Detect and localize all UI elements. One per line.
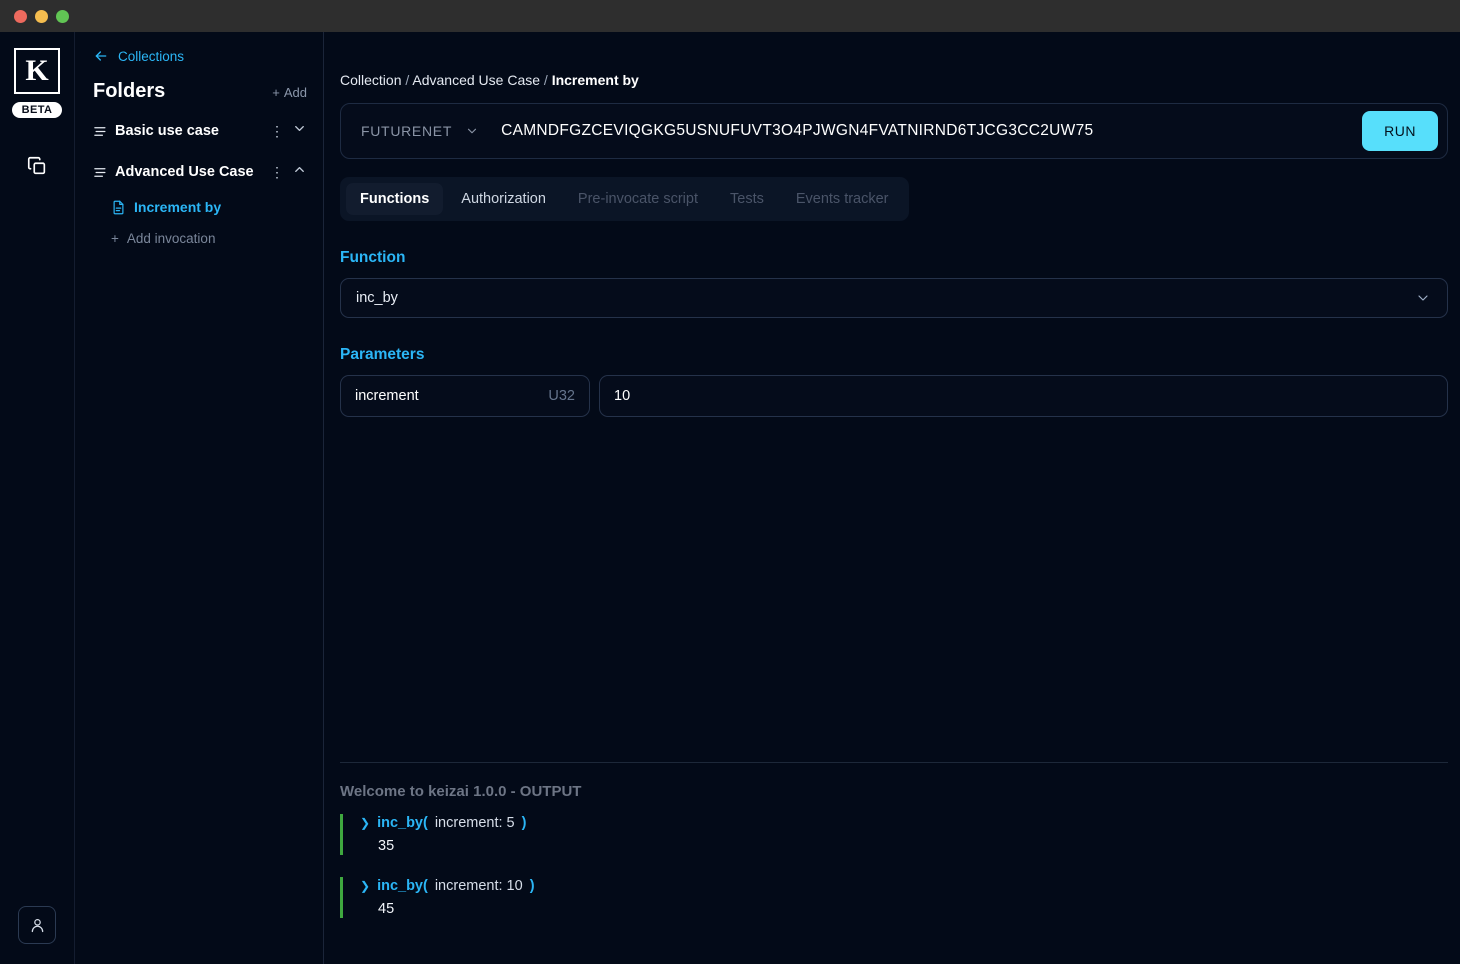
folder-menu-icon[interactable]: ⋮ [270, 165, 284, 179]
chevron-right-icon[interactable]: ❯ [360, 816, 370, 830]
folder-menu-icon[interactable]: ⋮ [270, 124, 284, 138]
breadcrumb-root[interactable]: Collection [340, 72, 401, 88]
window-body: K BETA Collections Folders + Add Basic u… [0, 32, 1460, 964]
sidebar-invocation-increment-by[interactable]: Increment by [89, 199, 309, 215]
plus-icon: + [111, 231, 119, 246]
folders-title: Folders [93, 80, 166, 102]
output-entry[interactable]: ❯ inc_by( increment: 5 ) 35 [340, 814, 1448, 855]
output-divider [340, 762, 1448, 763]
output-title: Welcome to keizai 1.0.0 - OUTPUT [340, 783, 582, 800]
chevron-down-icon [1415, 290, 1431, 306]
tab-events-tracker[interactable]: Events tracker [782, 183, 903, 215]
add-invocation-label: Add invocation [126, 231, 216, 246]
invocation-tabs: Functions Authorization Pre-invocate scr… [340, 177, 909, 221]
function-select[interactable]: inc_by [340, 278, 1448, 318]
folders-header: Folders + Add [89, 80, 309, 103]
document-icon [111, 200, 126, 215]
folders-sidebar: Collections Folders + Add Basic use case [75, 32, 324, 964]
sidebar-folder-advanced-use-case[interactable]: Advanced Use Case ⋮ [89, 159, 309, 185]
output-call-line: ❯ inc_by( increment: 10 ) [360, 878, 1448, 894]
add-folder-label: Add [283, 85, 307, 100]
network-label: FUTURENET [361, 123, 453, 139]
chevron-down-icon[interactable] [292, 121, 307, 141]
copy-stack-icon[interactable] [19, 148, 55, 184]
output-close-paren: ) [529, 878, 535, 894]
icon-rail: K BETA [0, 32, 75, 964]
folder-lines-icon [93, 124, 111, 139]
user-account-button[interactable] [18, 906, 56, 944]
maximize-window-button[interactable] [56, 9, 69, 23]
chevron-up-icon[interactable] [292, 162, 307, 182]
main-panel: Collection / Advanced Use Case / Increme… [324, 32, 1460, 964]
folder-lines-icon [93, 165, 111, 180]
add-folder-button[interactable]: + Add [272, 85, 307, 100]
function-section-label: Function [340, 249, 406, 266]
breadcrumb-separator: / [405, 72, 410, 88]
parameter-row: increment U32 10 [340, 375, 1448, 417]
tab-tests[interactable]: Tests [716, 183, 778, 215]
chevron-right-icon[interactable]: ❯ [360, 879, 370, 893]
app-logo-letter: K [25, 54, 49, 87]
app-window: K BETA Collections Folders + Add Basic u… [0, 0, 1460, 964]
breadcrumb-folder[interactable]: Advanced Use Case [412, 72, 540, 88]
app-logo: K [14, 48, 60, 94]
run-button[interactable]: RUN [1362, 111, 1438, 151]
output-list: ❯ inc_by( increment: 5 ) 35 ❯ inc_by( in… [340, 814, 1448, 964]
output-arguments: increment: 10 [434, 878, 523, 894]
contract-address-bar: FUTURENET CAMNDFGZCEVIQGKG5USNUFUVT3O4PJ… [340, 103, 1448, 159]
parameter-name-value: increment [355, 388, 419, 404]
parameters-section-label: Parameters [340, 346, 425, 363]
parameter-name-input[interactable]: increment U32 [340, 375, 590, 417]
parameter-type-badge: U32 [548, 388, 575, 404]
arrow-left-icon [93, 48, 109, 64]
invocation-label: Increment by [134, 199, 222, 215]
output-result: 35 [378, 838, 395, 854]
breadcrumb: Collection / Advanced Use Case / Increme… [340, 72, 1448, 88]
output-entry[interactable]: ❯ inc_by( increment: 10 ) 45 [340, 877, 1448, 918]
plus-icon: + [272, 85, 280, 100]
tab-pre-invocate-script[interactable]: Pre-invocate script [564, 183, 712, 215]
output-call-line: ❯ inc_by( increment: 5 ) [360, 815, 1448, 831]
tab-authorization[interactable]: Authorization [447, 183, 560, 215]
back-to-collections-link[interactable]: Collections [89, 48, 309, 64]
sidebar-folder-basic-use-case[interactable]: Basic use case ⋮ [89, 118, 309, 144]
beta-badge: BETA [11, 102, 63, 118]
output-close-paren: ) [521, 815, 527, 831]
folder-name: Advanced Use Case [115, 164, 254, 180]
parameter-value-input[interactable]: 10 [599, 375, 1448, 417]
network-selector[interactable]: FUTURENET [361, 123, 479, 139]
output-function-name: inc_by( [377, 815, 428, 831]
add-invocation-button[interactable]: + Add invocation [89, 231, 309, 246]
output-result: 45 [378, 901, 395, 917]
user-icon [31, 918, 43, 932]
function-select-value: inc_by [356, 290, 398, 306]
output-arguments: increment: 5 [434, 815, 515, 831]
output-function-name: inc_by( [377, 878, 428, 894]
back-to-collections-label: Collections [118, 48, 185, 64]
window-titlebar [0, 0, 1460, 32]
chevron-down-icon [465, 124, 479, 138]
close-window-button[interactable] [14, 9, 27, 23]
breadcrumb-separator: / [543, 72, 548, 88]
folder-name: Basic use case [115, 123, 219, 139]
minimize-window-button[interactable] [35, 9, 48, 23]
contract-id-input[interactable]: CAMNDFGZCEVIQGKG5USNUFUVT3O4PJWGN4FVATNI… [501, 122, 1362, 140]
tab-functions[interactable]: Functions [346, 183, 444, 215]
breadcrumb-current: Increment by [551, 72, 639, 88]
